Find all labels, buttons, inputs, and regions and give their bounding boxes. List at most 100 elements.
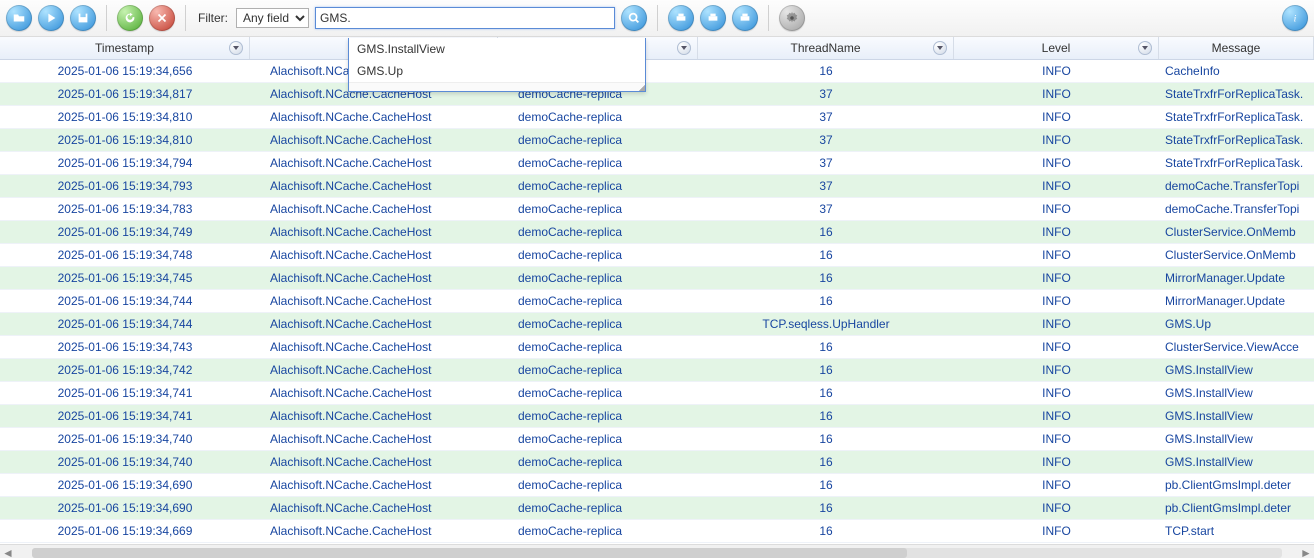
separator: [185, 5, 186, 31]
scroll-thumb[interactable]: [32, 548, 907, 558]
table-row[interactable]: 2025-01-06 15:19:34,741Alachisoft.NCache…: [0, 405, 1314, 428]
col-filter-icon[interactable]: [1138, 41, 1152, 55]
table-row[interactable]: 2025-01-06 15:19:34,669Alachisoft.NCache…: [0, 520, 1314, 543]
table-row[interactable]: 2025-01-06 15:19:34,794Alachisoft.NCache…: [0, 152, 1314, 175]
filter-field-select[interactable]: Any field: [236, 8, 309, 28]
cell-level: INFO: [954, 363, 1159, 377]
table-row[interactable]: 2025-01-06 15:19:34,810Alachisoft.NCache…: [0, 129, 1314, 152]
cell-process: Alachisoft.NCache.CacheHost: [250, 271, 498, 285]
cell-message: MirrorManager.Update: [1159, 294, 1314, 308]
cell-process: Alachisoft.NCache.CacheHost: [250, 110, 498, 124]
autocomplete-item[interactable]: GMS.InstallView: [349, 38, 645, 60]
cell-timestamp: 2025-01-06 15:19:34,669: [0, 524, 250, 538]
cell-process: Alachisoft.NCache.CacheHost: [250, 501, 498, 515]
cell-cache: demoCache-replica: [498, 455, 698, 469]
table-row[interactable]: 2025-01-06 15:19:34,690Alachisoft.NCache…: [0, 474, 1314, 497]
cell-message: GMS.InstallView: [1159, 455, 1314, 469]
cell-level: INFO: [954, 225, 1159, 239]
cell-message: StateTrxfrForReplicaTask.: [1159, 133, 1314, 147]
cell-timestamp: 2025-01-06 15:19:34,741: [0, 409, 250, 423]
table-row[interactable]: 2025-01-06 15:19:34,745Alachisoft.NCache…: [0, 267, 1314, 290]
open-file-button[interactable]: [6, 5, 32, 31]
cell-cache: demoCache-replica: [498, 271, 698, 285]
cell-process: Alachisoft.NCache.CacheHost: [250, 478, 498, 492]
table-row[interactable]: 2025-01-06 15:19:34,742Alachisoft.NCache…: [0, 359, 1314, 382]
cell-cache: demoCache-replica: [498, 179, 698, 193]
cell-level: INFO: [954, 271, 1159, 285]
cell-message: GMS.InstallView: [1159, 432, 1314, 446]
table-row[interactable]: 2025-01-06 15:19:34,749Alachisoft.NCache…: [0, 221, 1314, 244]
scroll-right-icon[interactable]: ►: [1298, 545, 1314, 558]
table-row[interactable]: 2025-01-06 15:19:34,740Alachisoft.NCache…: [0, 428, 1314, 451]
col-filter-icon[interactable]: [933, 41, 947, 55]
cell-thread: 16: [698, 455, 954, 469]
cell-level: INFO: [954, 179, 1159, 193]
play-button[interactable]: [38, 5, 64, 31]
cell-process: Alachisoft.NCache.CacheHost: [250, 455, 498, 469]
col-level[interactable]: Level: [954, 37, 1159, 59]
table-row[interactable]: 2025-01-06 15:19:34,743Alachisoft.NCache…: [0, 336, 1314, 359]
cell-level: INFO: [954, 64, 1159, 78]
cell-thread: 16: [698, 386, 954, 400]
cell-process: Alachisoft.NCache.CacheHost: [250, 386, 498, 400]
cell-thread: 16: [698, 432, 954, 446]
cell-process: Alachisoft.NCache.CacheHost: [250, 225, 498, 239]
cell-thread: 37: [698, 202, 954, 216]
col-filter-icon[interactable]: [229, 41, 243, 55]
cell-level: INFO: [954, 524, 1159, 538]
cell-thread: 16: [698, 409, 954, 423]
table-row[interactable]: 2025-01-06 15:19:34,740Alachisoft.NCache…: [0, 451, 1314, 474]
refresh-button[interactable]: [117, 5, 143, 31]
cell-cache: demoCache-replica: [498, 294, 698, 308]
export-button[interactable]: [700, 5, 726, 31]
cell-timestamp: 2025-01-06 15:19:34,794: [0, 156, 250, 170]
cell-level: INFO: [954, 110, 1159, 124]
copy-button[interactable]: [732, 5, 758, 31]
cell-process: Alachisoft.NCache.CacheHost: [250, 409, 498, 423]
col-thread[interactable]: ThreadName: [698, 37, 954, 59]
cell-level: INFO: [954, 409, 1159, 423]
autocomplete-dropdown: GMS.InstallView GMS.Up: [348, 38, 646, 92]
col-timestamp[interactable]: Timestamp: [0, 37, 250, 59]
table-row[interactable]: 2025-01-06 15:19:34,748Alachisoft.NCache…: [0, 244, 1314, 267]
col-filter-icon[interactable]: [677, 41, 691, 55]
filter-input[interactable]: [315, 7, 615, 29]
table-row[interactable]: 2025-01-06 15:19:34,817Alachisoft.NCache…: [0, 83, 1314, 106]
cell-process: Alachisoft.NCache.CacheHost: [250, 156, 498, 170]
cell-level: INFO: [954, 340, 1159, 354]
print-button[interactable]: [668, 5, 694, 31]
table-row[interactable]: 2025-01-06 15:19:34,783Alachisoft.NCache…: [0, 198, 1314, 221]
cell-message: pb.ClientGmsImpl.deter: [1159, 501, 1314, 515]
cell-process: Alachisoft.NCache.CacheHost: [250, 294, 498, 308]
table-row[interactable]: 2025-01-06 15:19:34,741Alachisoft.NCache…: [0, 382, 1314, 405]
info-button[interactable]: i: [1282, 5, 1308, 31]
cell-message: pb.ClientGmsImpl.deter: [1159, 478, 1314, 492]
cell-thread: 37: [698, 179, 954, 193]
table-row[interactable]: 2025-01-06 15:19:34,656Alachisoft.NCach1…: [0, 60, 1314, 83]
clear-button[interactable]: [149, 5, 175, 31]
autocomplete-resize-handle[interactable]: [349, 82, 645, 91]
cell-cache: demoCache-replica: [498, 225, 698, 239]
table-row[interactable]: 2025-01-06 15:19:34,810Alachisoft.NCache…: [0, 106, 1314, 129]
cell-thread: 16: [698, 501, 954, 515]
cell-timestamp: 2025-01-06 15:19:34,656: [0, 64, 250, 78]
save-button[interactable]: [70, 5, 96, 31]
scroll-track[interactable]: [32, 548, 1282, 558]
table-row[interactable]: 2025-01-06 15:19:34,690Alachisoft.NCache…: [0, 497, 1314, 520]
table-row[interactable]: 2025-01-06 15:19:34,744Alachisoft.NCache…: [0, 290, 1314, 313]
autocomplete-item[interactable]: GMS.Up: [349, 60, 645, 82]
table-row[interactable]: 2025-01-06 15:19:34,793Alachisoft.NCache…: [0, 175, 1314, 198]
cell-level: INFO: [954, 294, 1159, 308]
settings-button[interactable]: [779, 5, 805, 31]
cell-message: GMS.Up: [1159, 317, 1314, 331]
table-row[interactable]: 2025-01-06 15:19:34,744Alachisoft.NCache…: [0, 313, 1314, 336]
filter-label: Filter:: [198, 11, 228, 25]
cell-timestamp: 2025-01-06 15:19:34,690: [0, 501, 250, 515]
cell-level: INFO: [954, 478, 1159, 492]
col-message[interactable]: Message: [1159, 37, 1314, 59]
horizontal-scrollbar[interactable]: ◄ ►: [0, 544, 1314, 558]
cell-message: MirrorManager.Update: [1159, 271, 1314, 285]
search-button[interactable]: [621, 5, 647, 31]
scroll-left-icon[interactable]: ◄: [0, 545, 16, 558]
cell-cache: demoCache-replica: [498, 363, 698, 377]
